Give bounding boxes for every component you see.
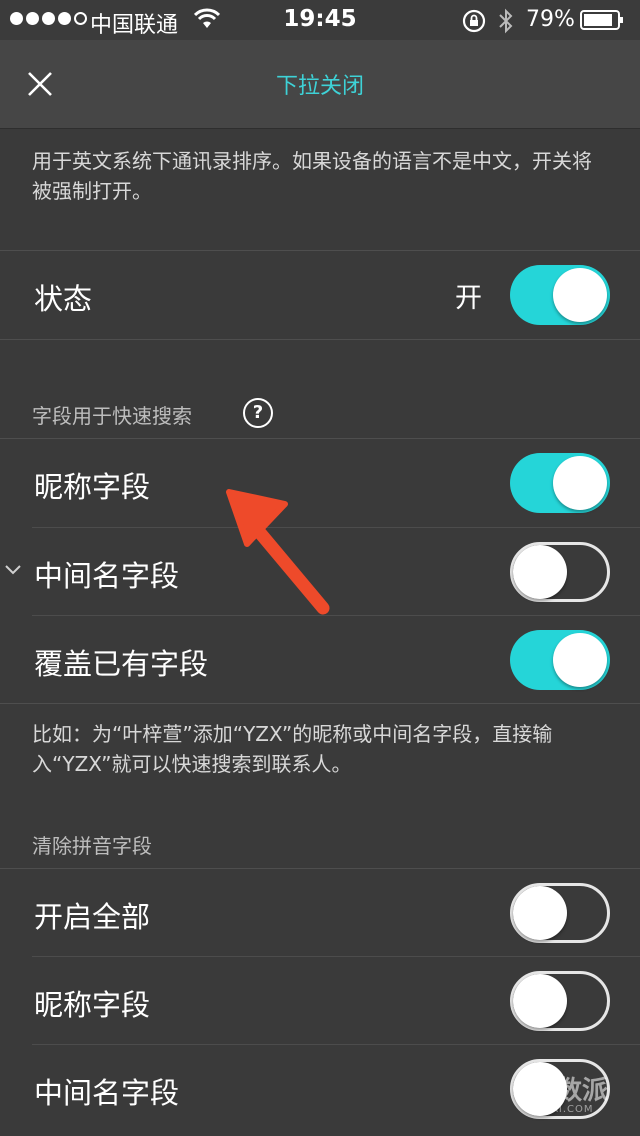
middle-name-field-toggle[interactable] (510, 542, 610, 602)
divider (0, 703, 640, 704)
watermark-logo: 少数派 SSPAI.COM (530, 1078, 608, 1115)
rotation-lock-icon (462, 9, 486, 33)
status-value: 开 (455, 283, 482, 314)
clear-nickname-label: 昵称字段 (34, 988, 151, 1022)
bluetooth-icon (499, 8, 513, 34)
page-title[interactable]: 下拉关闭 (0, 68, 640, 100)
watermark-sub: SSPAI.COM (530, 1104, 594, 1115)
quick-search-row-overwrite: 覆盖已有字段 (0, 616, 640, 704)
quick-search-header: 字段用于快速搜索 (32, 404, 192, 428)
clear-pinyin-header: 清除拼音字段 (32, 834, 152, 858)
clear-middle-name-label: 中间名字段 (34, 1076, 180, 1110)
nickname-field-label: 昵称字段 (34, 470, 151, 504)
navigation-bar: 下拉关闭 (0, 40, 640, 129)
annotation-arrow-icon (226, 489, 330, 615)
middle-name-field-label: 中间名字段 (34, 559, 180, 593)
status-bar: 中国联通 19:45 79% (0, 0, 640, 40)
clear-pinyin-row-all: 开启全部 (0, 869, 640, 957)
battery-icon (580, 10, 623, 30)
enable-all-label: 开启全部 (34, 900, 151, 934)
clear-nickname-toggle[interactable] (510, 971, 610, 1031)
overwrite-field-label: 覆盖已有字段 (34, 647, 209, 681)
status-label: 状态 (34, 282, 93, 316)
nickname-field-toggle[interactable] (510, 453, 610, 513)
sort-description: 用于英文系统下通讯录排序。如果设备的语言不是中文，开关将被强制打开。 (32, 149, 592, 203)
chevron-down-icon (5, 565, 21, 575)
battery-percentage: 79% (526, 7, 575, 32)
watermark-text: 少数派 (530, 1076, 609, 1106)
help-icon[interactable]: ? (243, 398, 273, 428)
overwrite-field-toggle[interactable] (510, 630, 610, 690)
clear-pinyin-row-nickname: 昵称字段 (0, 957, 640, 1045)
enable-all-toggle[interactable] (510, 883, 610, 943)
status-row: 状态 开 (0, 251, 640, 339)
status-toggle[interactable] (510, 265, 610, 325)
quick-search-footer: 比如：为“叶梓萱”添加“YZX”的昵称或中间名字段，直接输入“YZX”就可以快速… (32, 722, 553, 776)
divider (0, 339, 640, 340)
